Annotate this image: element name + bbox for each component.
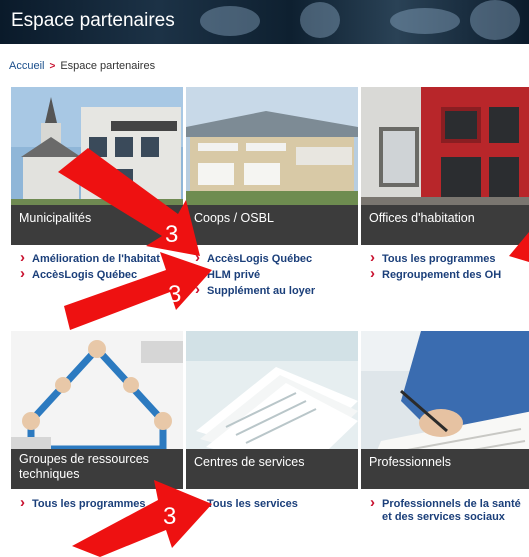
- link-acceslogis-quebec[interactable]: AccèsLogis Québec: [194, 251, 315, 266]
- link-amelioration-habitat[interactable]: Amélioration de l'habitat: [19, 251, 160, 266]
- municipalites-links: Amélioration de l'habitat AccèsLogis Qué…: [19, 251, 160, 285]
- offices-habitation-links: Tous les programmes Regroupement des OH: [369, 251, 501, 285]
- tile-municipalites[interactable]: Municipalités: [11, 87, 183, 245]
- breadcrumb-separator-icon: >: [49, 61, 56, 72]
- arrow-icon: [72, 480, 212, 557]
- link-tous-services[interactable]: Tous les services: [194, 496, 298, 511]
- tile-caption: Coops / OSBL: [186, 205, 358, 245]
- groupes-ressources-links: Tous les programmes: [19, 496, 146, 514]
- coops-osbl-links: AccèsLogis Québec HLM privé Supplément a…: [194, 251, 315, 301]
- breadcrumb-home-link[interactable]: Accueil: [9, 60, 44, 72]
- link-acceslogis-quebec[interactable]: AccèsLogis Québec: [19, 267, 160, 282]
- tile-centres-services[interactable]: Centres de services: [186, 331, 358, 489]
- tile-groupes-ressources[interactable]: Groupes de ressources techniques: [11, 331, 183, 489]
- link-hlm-prive[interactable]: HLM privé: [194, 267, 315, 282]
- tile-caption: Municipalités: [11, 205, 183, 245]
- step-marker: 3: [168, 281, 181, 308]
- tile-caption: Groupes de ressources techniques: [11, 449, 183, 489]
- tile-coops-osbl[interactable]: Coops / OSBL: [186, 87, 358, 245]
- centres-services-links: Tous les services: [194, 496, 298, 514]
- page-title: Espace partenaires: [11, 10, 175, 31]
- link-regroupement-oh[interactable]: Regroupement des OH: [369, 267, 501, 282]
- link-professionnels-sante[interactable]: Professionnels de la santé et des servic…: [369, 496, 529, 524]
- page: Espace partenaires Accueil > Espace parten…: [0, 0, 529, 557]
- link-supplement-loyer[interactable]: Supplément au loyer: [194, 283, 315, 298]
- link-tous-programmes[interactable]: Tous les programmes: [19, 496, 146, 511]
- page-banner: Espace partenaires: [0, 0, 529, 44]
- breadcrumb-current: Espace partenaires: [60, 60, 156, 72]
- tile-caption: Centres de services: [186, 449, 358, 489]
- step-marker: 3: [163, 503, 176, 530]
- professionnels-links: Professionnels de la santé et des servic…: [369, 496, 529, 527]
- tile-caption: Offices d'habitation: [361, 205, 529, 245]
- tile-caption: Professionnels: [361, 449, 529, 489]
- link-tous-programmes[interactable]: Tous les programmes: [369, 251, 501, 266]
- breadcrumb: Accueil > Espace partenaires: [9, 60, 155, 72]
- tile-professionnels[interactable]: Professionnels: [361, 331, 529, 489]
- tile-offices-habitation[interactable]: Offices d'habitation: [361, 87, 529, 245]
